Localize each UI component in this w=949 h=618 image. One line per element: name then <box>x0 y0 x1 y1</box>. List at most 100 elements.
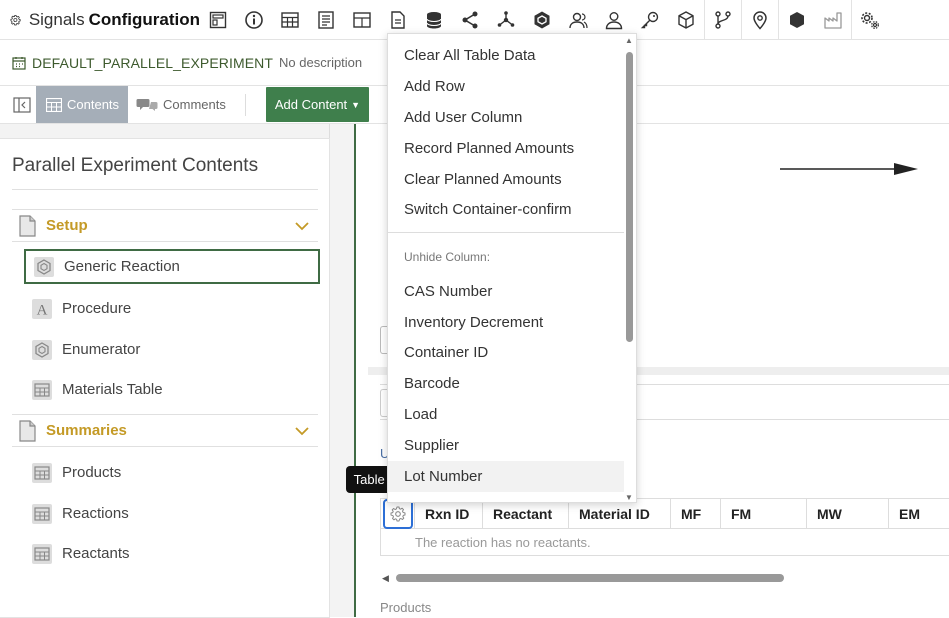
add-content-button[interactable]: Add Content ▼ <box>266 87 369 122</box>
content-item-products[interactable]: Products <box>24 455 320 490</box>
menu-item-clear-all-table-data[interactable]: Clear All Table Data <box>388 40 624 71</box>
contents-sidebar: Parallel Experiment Contents Setup Gener… <box>0 124 330 618</box>
gear-logo-icon <box>10 14 21 25</box>
table-settings-button[interactable] <box>382 499 413 529</box>
text-a-icon: A <box>32 298 52 319</box>
column-header-rxn-id[interactable]: Rxn ID <box>415 499 483 529</box>
table-icon <box>32 462 52 483</box>
menu-item-add-user-column[interactable]: Add User Column <box>388 102 624 133</box>
svg-text:A: A <box>37 302 48 318</box>
cube-icon[interactable] <box>668 0 704 40</box>
menu-item-add-row[interactable]: Add Row <box>388 71 624 102</box>
scroll-up-arrow-icon[interactable]: ▲ <box>625 36 633 45</box>
content-item-label: Materials Table <box>62 381 163 398</box>
enumerator-hexagon-icon <box>32 339 52 360</box>
gears-icon[interactable] <box>852 0 888 40</box>
contents-card: Parallel Experiment Contents Setup Gener… <box>0 138 330 618</box>
divider <box>12 189 318 190</box>
menu-divider <box>388 232 624 233</box>
experiment-name[interactable]: DEFAULT_PARALLEL_EXPERIMENT <box>32 55 273 71</box>
column-header-mf[interactable]: MF <box>671 499 721 529</box>
horizontal-scrollbar[interactable]: ◀ <box>382 572 949 584</box>
content-item-label: Products <box>62 464 122 481</box>
branch-icon[interactable] <box>705 0 741 40</box>
document-lines-icon[interactable] <box>308 0 344 40</box>
content-item-procedure[interactable]: A Procedure <box>24 291 320 326</box>
scroll-down-arrow-icon[interactable]: ▼ <box>625 493 633 502</box>
section-setup[interactable]: Setup <box>12 209 318 242</box>
column-header-fm[interactable]: FM <box>721 499 807 529</box>
section-label: Setup <box>46 217 88 234</box>
table-settings-cell <box>381 499 415 529</box>
section-summaries[interactable]: Summaries <box>12 414 318 447</box>
reactants-table: Rxn ID Reactant Material ID MF FM MW EM … <box>380 498 949 556</box>
comments-icon <box>136 98 158 111</box>
content-item-enumerator[interactable]: Enumerator <box>24 332 320 367</box>
content-item-reactions[interactable]: Reactions <box>24 496 320 531</box>
menu-item-unhide-iupac-name[interactable]: IUPAC N <box>388 492 624 502</box>
menu-item-unhide-container-id[interactable]: Container ID <box>388 337 624 368</box>
products-section-label: Products <box>380 600 432 615</box>
column-header-material-id[interactable]: Material ID <box>569 499 671 529</box>
content-item-label: Procedure <box>62 300 132 317</box>
add-content-label: Add Content <box>274 97 348 112</box>
empty-table-message: The reaction has no reactants. <box>415 535 591 550</box>
tab-comments-label: Comments <box>163 97 226 112</box>
column-header-reactant[interactable]: Reactant <box>483 499 569 529</box>
menu-item-unhide-barcode[interactable]: Barcode <box>388 368 624 399</box>
tab-divider <box>245 94 246 116</box>
table-icon[interactable] <box>272 0 308 40</box>
factory-icon[interactable] <box>815 0 851 40</box>
content-item-materials-table[interactable]: Materials Table <box>24 372 320 407</box>
tab-contents[interactable]: Contents <box>36 86 128 123</box>
table-header-row: Rxn ID Reactant Material ID MF FM MW EM <box>381 499 949 529</box>
info-icon[interactable] <box>236 0 272 40</box>
content-item-reactants[interactable]: Reactants <box>24 536 320 571</box>
app-brand[interactable]: Signals Configuration <box>0 0 200 40</box>
reaction-arrow <box>780 163 918 175</box>
menu-item-unhide-lot-number[interactable]: Lot Number <box>388 461 624 492</box>
table-icon <box>32 503 52 524</box>
chevron-down-icon[interactable] <box>294 423 310 439</box>
grid-icon[interactable] <box>344 0 380 40</box>
layout-icon[interactable] <box>200 0 236 40</box>
scroll-left-arrow-icon[interactable]: ◀ <box>382 573 389 584</box>
key-icon[interactable] <box>632 0 668 40</box>
sidebar-collapse-icon <box>13 97 31 113</box>
panel-title: Parallel Experiment Contents <box>12 155 259 176</box>
experiment-description[interactable]: No description <box>279 55 362 70</box>
gear-icon <box>390 506 405 522</box>
table-icon <box>32 379 52 400</box>
column-header-em[interactable]: EM <box>889 499 949 529</box>
table-icon <box>32 543 52 564</box>
location-pin-icon[interactable] <box>742 0 778 40</box>
reaction-hexagon-icon <box>34 256 54 277</box>
table-settings-menu: Clear All Table Data Add Row Add User Co… <box>387 33 637 503</box>
menu-scrollbar-thumb[interactable] <box>626 52 633 342</box>
document-icon <box>19 419 36 442</box>
menu-item-unhide-load[interactable]: Load <box>388 399 624 430</box>
content-item-label: Enumerator <box>62 341 141 358</box>
sidebar-toggle-button[interactable] <box>8 92 36 118</box>
document-icon <box>19 214 36 237</box>
menu-section-header: Unhide Column: <box>404 250 491 264</box>
menu-item-unhide-inventory-decrement[interactable]: Inventory Decrement <box>388 307 624 338</box>
table-icon <box>46 97 62 112</box>
content-item-generic-reaction[interactable]: Generic Reaction <box>24 249 320 284</box>
scrollbar-thumb[interactable] <box>396 574 784 582</box>
menu-item-switch-container-confirm[interactable]: Switch Container-confirm <box>388 194 624 225</box>
column-header-mw[interactable]: MW <box>807 499 889 529</box>
tab-comments[interactable]: Comments <box>134 86 226 123</box>
menu-item-clear-planned-amounts[interactable]: Clear Planned Amounts <box>388 164 624 195</box>
app-name-suffix: Configuration <box>88 9 200 29</box>
menu-item-unhide-supplier[interactable]: Supplier <box>388 430 624 461</box>
content-item-label: Generic Reaction <box>64 258 180 275</box>
shield-icon[interactable] <box>779 0 815 40</box>
tab-contents-label: Contents <box>67 97 120 112</box>
menu-item-record-planned-amounts[interactable]: Record Planned Amounts <box>388 133 624 164</box>
menu-scrollbar[interactable]: ▲ ▼ <box>624 36 634 502</box>
chevron-down-icon[interactable] <box>294 218 310 234</box>
calendar-icon <box>12 56 26 70</box>
app-name-prefix: Signals <box>28 9 85 29</box>
menu-item-unhide-cas-number[interactable]: CAS Number <box>388 276 624 307</box>
